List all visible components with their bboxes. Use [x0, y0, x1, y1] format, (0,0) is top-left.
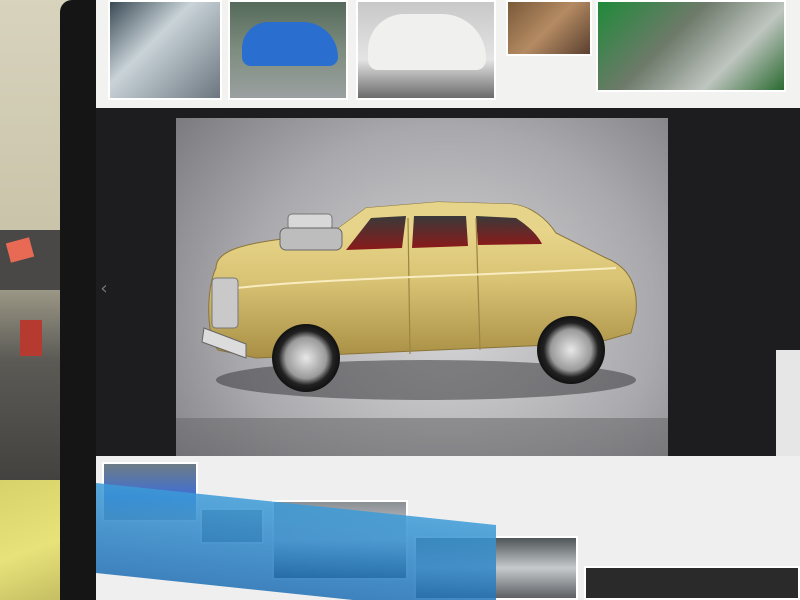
- thumb-dark[interactable]: [584, 566, 800, 600]
- thumb-rusty-car[interactable]: [506, 0, 592, 56]
- room-object-red-2: [20, 320, 42, 356]
- blue-car-shape: [242, 22, 338, 66]
- thumb-engine[interactable]: [596, 0, 786, 92]
- thumb-car-interior[interactable]: [108, 0, 222, 100]
- top-thumbnail-strip: [96, 0, 800, 108]
- white-car-shape: [368, 14, 486, 70]
- monitor-screen: ‹: [96, 0, 800, 600]
- thumb-white-car[interactable]: [356, 0, 496, 100]
- thumb-blue-car[interactable]: [228, 0, 348, 100]
- prev-arrow-icon[interactable]: ‹: [96, 268, 112, 308]
